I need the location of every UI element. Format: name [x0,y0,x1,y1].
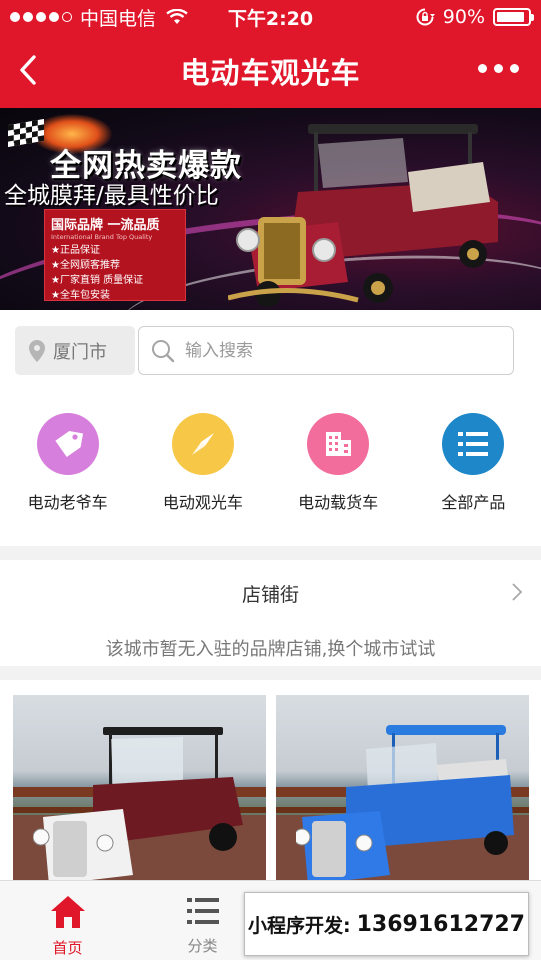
building-icon [307,413,370,475]
contact-overlay: 小程序开发: 13691612727 [244,892,529,956]
battery-icon [493,8,534,26]
banner-box-line: ★全车包安装 [51,290,110,301]
rotation-lock-icon [416,8,435,26]
category-item-vintage-car[interactable]: 电动老爷车 [0,391,135,546]
top-bar: 中国电信 下午2:20 90% 电动车观光车 [0,0,541,108]
compass-icon [171,413,234,475]
banner-box-line: ★正品保证 [51,245,100,256]
search-input[interactable] [185,340,485,361]
list-icon [442,413,505,475]
banner-box-title: 国际品牌 一流品质 [51,218,160,233]
category-label: 全部产品 [441,493,506,512]
category-label: 电动载货车 [298,493,379,512]
chevron-right-icon[interactable] [511,582,523,602]
category-item-all-products[interactable]: 全部产品 [406,391,541,546]
carrier-name: 中国电信 [80,7,157,30]
vintage-car-image [228,124,498,307]
banner-quality-box: 国际品牌 一流品质 International Brand Top Qualit… [44,209,186,301]
blue-vintage-car-image [296,725,514,885]
category-label: 电动老爷车 [27,493,108,512]
battery-percent: 90% [442,6,485,28]
store-street-title: 店铺街 [241,584,299,606]
city-selector[interactable]: 厦门市 [15,326,135,375]
banner-box-line: ★厂家直销 质量保证 [51,275,144,286]
overlay-prefix: 小程序开发: [248,914,351,937]
empty-store-message: 该城市暂无入驻的品牌店铺,换个城市试试 [105,639,436,660]
overlay-phone: 13691612727 [356,911,525,937]
search-box[interactable] [138,326,514,375]
category-label: 电动观光车 [162,493,243,512]
promo-banner[interactable]: 全网热卖爆款 全城膜拜/最具性价比 国际品牌 一流品质 Internationa… [0,108,541,310]
tab-label: 首页 [52,939,83,957]
product-card[interactable] [276,695,529,885]
home-icon [50,896,85,928]
store-street-section: 店铺街 该城市暂无入驻的品牌店铺,换个城市试试 [0,560,541,666]
search-icon [152,339,175,362]
back-arrow-icon[interactable] [14,52,44,88]
tab-home[interactable]: 首页 [0,881,135,960]
page-title: 电动车观光车 [180,56,361,90]
category-grid: 电动老爷车 电动观光车 电动载货车 全部产品 [0,391,541,546]
category-item-sightseeing-car[interactable]: 电动观光车 [135,391,270,546]
banner-box-subtitle: International Brand Top Quality [51,233,153,241]
banner-subheadline: 全城膜拜/最具性价比 [4,183,219,209]
product-card[interactable] [13,695,266,885]
battery-fill [497,12,524,22]
status-bar: 中国电信 下午2:20 90% [0,0,541,34]
category-item-cargo-car[interactable]: 电动载货车 [271,391,406,546]
white-red-vintage-car-image [33,727,243,885]
signal-strength-icon [10,12,72,22]
location-pin-icon [29,339,45,362]
status-time: 下午2:20 [227,7,314,30]
tag-icon [36,413,99,475]
search-row: 厦门市 [0,310,541,391]
banner-box-line: ★全网顾客推荐 [51,260,120,271]
tab-label: 分类 [187,937,218,955]
product-list [0,680,541,885]
wifi-icon [166,9,188,25]
list-icon [186,898,219,924]
navigation-bar: 电动车观光车 [0,34,541,108]
city-name: 厦门市 [53,341,107,363]
more-options-icon[interactable] [478,64,519,73]
status-right: 90% [415,6,534,28]
